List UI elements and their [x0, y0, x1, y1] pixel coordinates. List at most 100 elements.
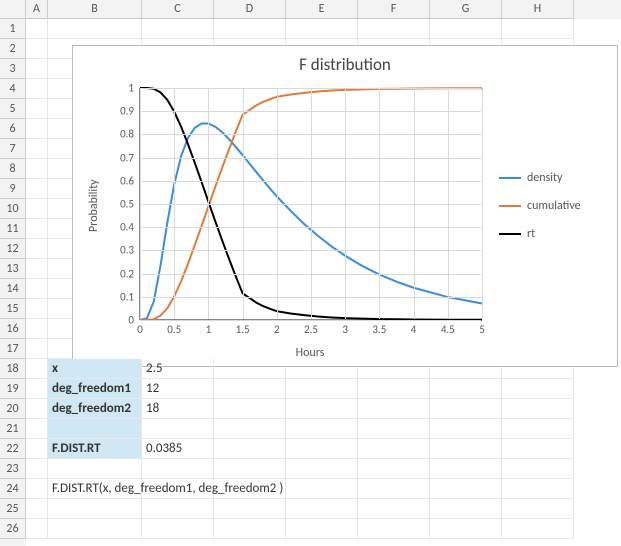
grid-cell[interactable] [26, 219, 48, 239]
grid-cell[interactable] [430, 499, 502, 519]
grid-cell[interactable] [358, 499, 430, 519]
grid-cell[interactable] [502, 459, 574, 479]
grid-cell[interactable] [502, 399, 574, 419]
grid-cell[interactable] [214, 499, 286, 519]
grid-cell[interactable] [142, 19, 214, 39]
cell-B20[interactable]: deg_freedom2 [48, 399, 142, 419]
row-header-5[interactable]: 5 [0, 99, 26, 119]
grid-cell[interactable] [26, 199, 48, 219]
grid-cell[interactable] [26, 59, 48, 79]
row-header-4[interactable]: 4 [0, 79, 26, 99]
row-header-3[interactable]: 3 [0, 59, 26, 79]
grid-cell[interactable] [358, 419, 430, 439]
cell-B21[interactable] [48, 419, 142, 439]
grid-cell[interactable] [26, 319, 48, 339]
grid-cell[interactable] [48, 459, 142, 479]
grid-cell[interactable] [48, 19, 142, 39]
col-header-D[interactable]: D [214, 0, 286, 19]
grid-cell[interactable] [502, 19, 574, 39]
grid-cell[interactable] [502, 499, 574, 519]
grid-cell[interactable] [358, 399, 430, 419]
row-header-15[interactable]: 15 [0, 299, 26, 319]
cell-C20[interactable]: 18 [142, 399, 214, 419]
row-header-16[interactable]: 16 [0, 319, 26, 339]
grid-cell[interactable] [26, 99, 48, 119]
select-all-corner[interactable] [0, 0, 26, 19]
grid-cell[interactable] [26, 379, 48, 399]
row-header-25[interactable]: 25 [0, 499, 26, 519]
grid-cell[interactable] [214, 399, 286, 419]
grid-cell[interactable] [26, 279, 48, 299]
row-header-13[interactable]: 13 [0, 259, 26, 279]
grid-cell[interactable] [430, 19, 502, 39]
row-header-11[interactable]: 11 [0, 219, 26, 239]
col-header-E[interactable]: E [286, 0, 358, 19]
legend-item-rt[interactable]: rt [499, 227, 609, 241]
cell-C21[interactable] [142, 419, 214, 439]
grid-cell[interactable] [26, 179, 48, 199]
grid-cell[interactable] [502, 439, 574, 459]
grid-cell[interactable] [502, 519, 574, 539]
grid-cell[interactable] [26, 359, 48, 379]
row-header-17[interactable]: 17 [0, 339, 26, 359]
row-header-1[interactable]: 1 [0, 19, 26, 39]
grid-cell[interactable] [26, 39, 48, 59]
grid-cell[interactable] [26, 239, 48, 259]
row-header-19[interactable]: 19 [0, 379, 26, 399]
grid-cell[interactable] [430, 399, 502, 419]
grid-cell[interactable] [286, 399, 358, 419]
grid-cell[interactable] [214, 519, 286, 539]
grid-cell[interactable] [286, 439, 358, 459]
grid-cell[interactable] [142, 499, 214, 519]
cell-C19[interactable]: 12 [142, 379, 214, 399]
grid-cell[interactable] [26, 299, 48, 319]
grid-cell[interactable] [430, 519, 502, 539]
col-header-B[interactable]: B [48, 0, 142, 19]
grid-cell[interactable] [358, 379, 430, 399]
cell-C18[interactable]: 2.5 [142, 359, 214, 379]
grid-cell[interactable] [502, 419, 574, 439]
grid-cell[interactable] [430, 459, 502, 479]
grid-cell[interactable] [26, 519, 48, 539]
grid-cell[interactable] [430, 379, 502, 399]
grid-cell[interactable] [502, 379, 574, 399]
grid-cell[interactable] [214, 19, 286, 39]
grid-cell[interactable] [48, 519, 142, 539]
row-header-14[interactable]: 14 [0, 279, 26, 299]
grid-cell[interactable] [286, 499, 358, 519]
grid-cell[interactable] [214, 419, 286, 439]
grid-cell[interactable] [214, 439, 286, 459]
grid-cell[interactable] [26, 119, 48, 139]
cell-B19[interactable]: deg_freedom1 [48, 379, 142, 399]
grid-cell[interactable] [26, 139, 48, 159]
grid-cell[interactable] [26, 499, 48, 519]
grid-cell[interactable] [26, 159, 48, 179]
cell-B22[interactable]: F.DIST.RT [48, 439, 142, 459]
row-header-7[interactable]: 7 [0, 139, 26, 159]
grid-cell[interactable] [358, 19, 430, 39]
grid-cell[interactable] [286, 459, 358, 479]
grid-cell[interactable] [286, 519, 358, 539]
row-header-8[interactable]: 8 [0, 159, 26, 179]
grid-cell[interactable] [26, 339, 48, 359]
row-header-22[interactable]: 22 [0, 439, 26, 459]
row-header-21[interactable]: 21 [0, 419, 26, 439]
col-header-G[interactable]: G [430, 0, 502, 19]
grid-cell[interactable] [48, 499, 142, 519]
grid-cell[interactable] [286, 379, 358, 399]
row-header-6[interactable]: 6 [0, 119, 26, 139]
col-header-H[interactable]: H [502, 0, 574, 19]
grid-cell[interactable] [26, 479, 48, 499]
grid-cell[interactable] [502, 479, 574, 499]
grid-cell[interactable] [26, 459, 48, 479]
row-header-10[interactable]: 10 [0, 199, 26, 219]
row-header-23[interactable]: 23 [0, 459, 26, 479]
grid-cell[interactable] [26, 399, 48, 419]
col-header-C[interactable]: C [142, 0, 214, 19]
grid-cell[interactable] [142, 519, 214, 539]
grid-cell[interactable] [26, 79, 48, 99]
grid-cell[interactable] [430, 419, 502, 439]
legend-item-cumulative[interactable]: cumulative [499, 199, 609, 213]
grid-cell[interactable] [26, 419, 48, 439]
col-header-A[interactable]: A [26, 0, 48, 19]
